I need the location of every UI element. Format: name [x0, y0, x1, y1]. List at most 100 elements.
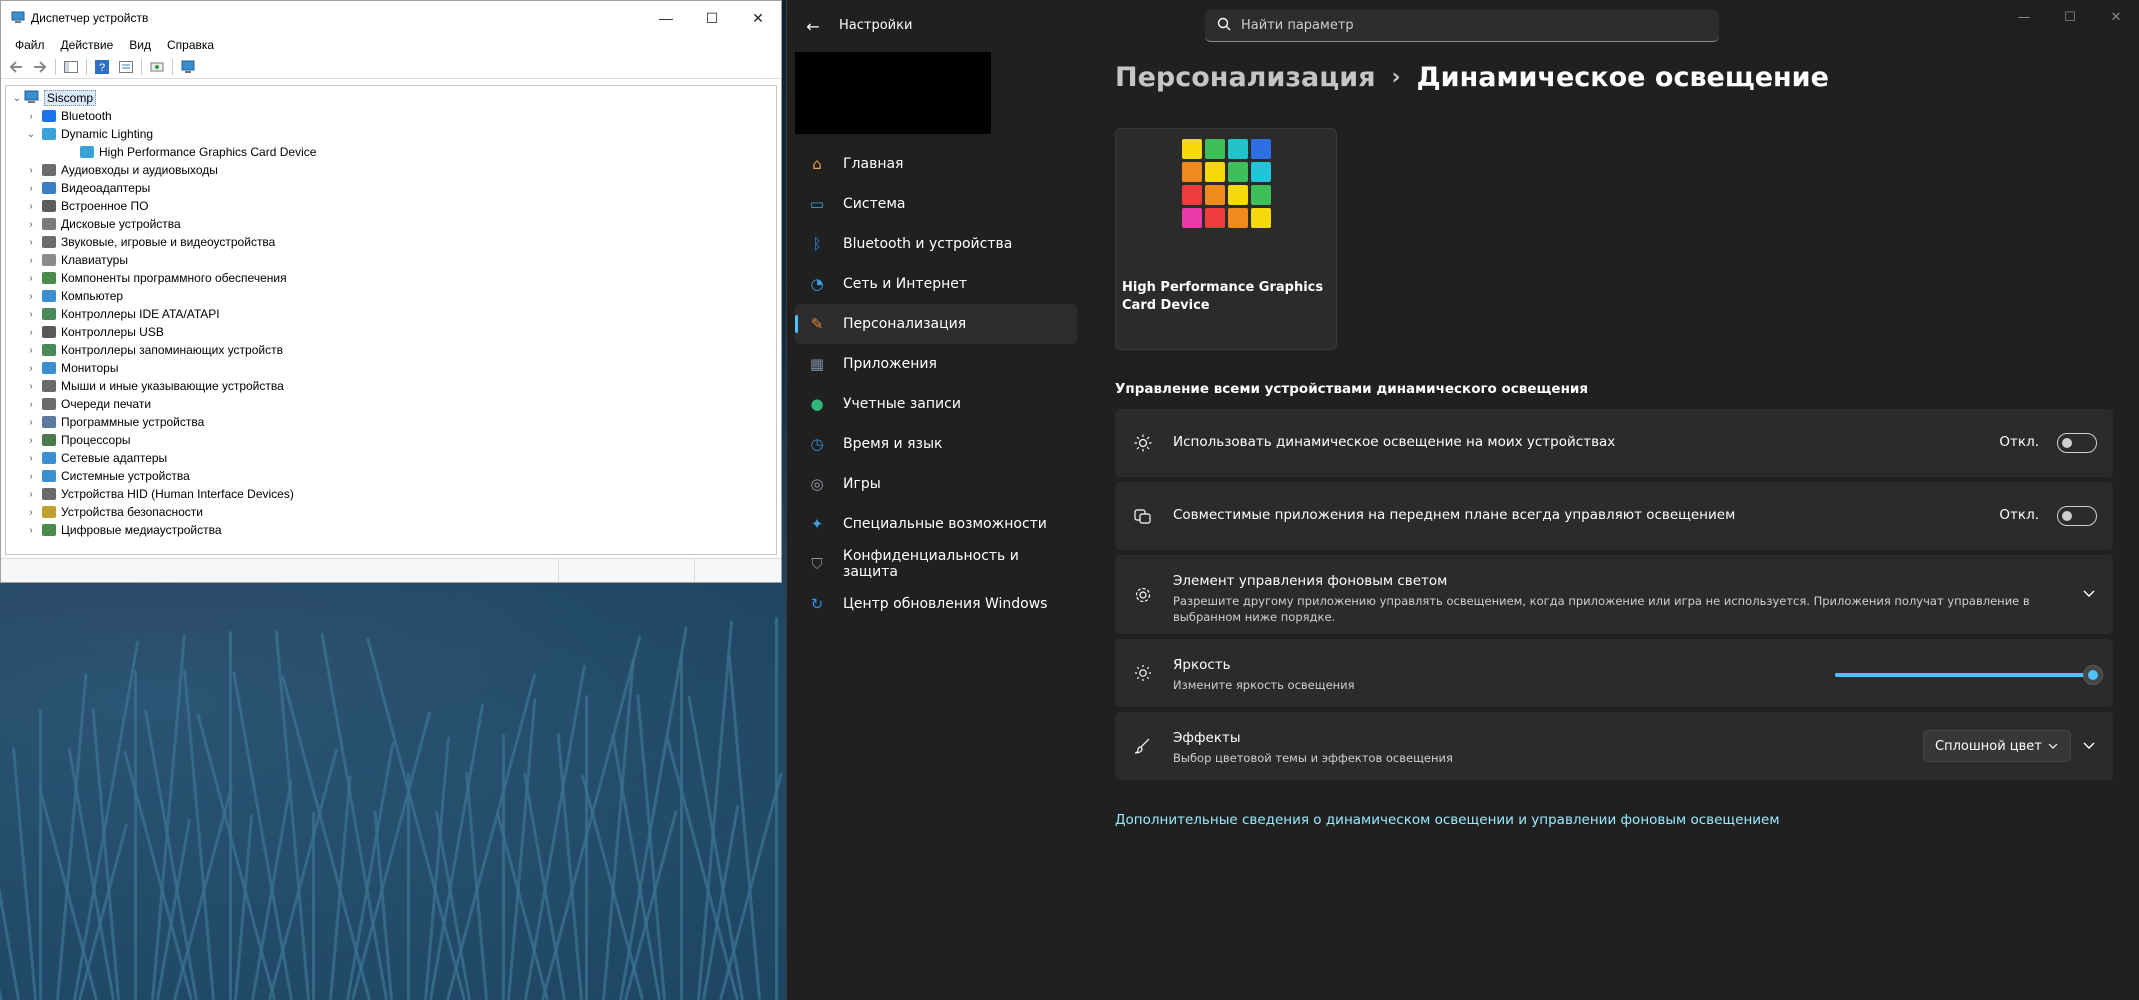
- menu-file[interactable]: Файл: [7, 38, 53, 52]
- tree-item[interactable]: › Процессоры: [24, 431, 130, 449]
- maximize-button[interactable]: ☐: [2047, 0, 2093, 34]
- use-dynamic-lighting-toggle[interactable]: [2057, 433, 2097, 453]
- back-arrow-icon[interactable]: [7, 58, 25, 76]
- maximize-button[interactable]: ☐: [689, 1, 735, 35]
- monitor-icon[interactable]: [179, 58, 197, 76]
- tree-item[interactable]: › Bluetooth: [24, 107, 111, 125]
- nav-item[interactable]: ▭ Система: [795, 184, 1077, 224]
- expand-chevron-icon[interactable]: ›: [24, 237, 38, 248]
- compatible-apps-card[interactable]: Совместимые приложения на переднем плане…: [1115, 482, 2113, 550]
- tree-item[interactable]: › Видеоадаптеры: [24, 179, 150, 197]
- search-box[interactable]: [1205, 10, 1719, 42]
- expand-chevron-icon[interactable]: ›: [24, 435, 38, 446]
- tree-item[interactable]: › Звуковые, игровые и видеоустройства: [24, 233, 275, 251]
- expand-chevron-icon[interactable]: ›: [24, 471, 38, 482]
- tree-item[interactable]: › Системные устройства: [24, 467, 189, 485]
- tree-item[interactable]: › Мыши и иные указывающие устройства: [24, 377, 283, 395]
- nav-item[interactable]: ▦ Приложения: [795, 344, 1077, 384]
- menu-action[interactable]: Действие: [53, 38, 122, 52]
- nav-item[interactable]: ◔ Сеть и Интернет: [795, 264, 1077, 304]
- expand-chevron-icon[interactable]: ›: [24, 381, 38, 392]
- scan-hardware-icon[interactable]: [148, 58, 166, 76]
- properties-icon[interactable]: [117, 58, 135, 76]
- device-manager-titlebar[interactable]: Диспетчер устройств — ☐ ✕: [1, 1, 781, 35]
- expand-chevron-icon[interactable]: ›: [24, 453, 38, 464]
- expand-chevron-icon[interactable]: ›: [24, 489, 38, 500]
- menu-view[interactable]: Вид: [121, 38, 159, 52]
- tree-item[interactable]: › Устройства HID (Human Interface Devices…: [24, 485, 294, 503]
- tree-item[interactable]: High Performance Graphics Card Device: [62, 143, 316, 161]
- nav-item[interactable]: ◷ Время и язык: [795, 424, 1077, 464]
- tree-item[interactable]: › Контроллеры запоминающих устройств: [24, 341, 283, 359]
- tree-item[interactable]: › Очереди печати: [24, 395, 151, 413]
- tree-item[interactable]: › Контроллеры USB: [24, 323, 164, 341]
- close-button[interactable]: ✕: [2093, 0, 2139, 34]
- forward-arrow-icon[interactable]: [31, 58, 49, 76]
- nav-item[interactable]: ◎ Игры: [795, 464, 1077, 504]
- expand-chevron-icon[interactable]: ›: [24, 273, 38, 284]
- tree-item[interactable]: › Контроллеры IDE ATA/ATAPI: [24, 305, 219, 323]
- settings-titlebar[interactable]: ← Настройки — ☐ ✕: [787, 0, 2139, 52]
- chevron-down-icon[interactable]: [2081, 586, 2097, 602]
- minimize-button[interactable]: —: [643, 1, 689, 35]
- tree-item[interactable]: › Клавиатуры: [24, 251, 128, 269]
- tree-item[interactable]: › Программные устройства: [24, 413, 204, 431]
- expand-chevron-icon[interactable]: ›: [24, 327, 38, 338]
- expand-chevron-icon[interactable]: ›: [24, 507, 38, 518]
- expand-chevron-icon[interactable]: ›: [24, 399, 38, 410]
- account-avatar[interactable]: [795, 52, 991, 134]
- expand-chevron-icon[interactable]: ›: [24, 111, 38, 122]
- collapse-chevron-icon[interactable]: ⌄: [10, 93, 24, 104]
- close-button[interactable]: ✕: [735, 1, 781, 35]
- nav-item[interactable]: ⌂ Главная: [795, 144, 1077, 184]
- expand-chevron-icon[interactable]: ›: [24, 165, 38, 176]
- nav-item[interactable]: ● Учетные записи: [795, 384, 1077, 424]
- minimize-button[interactable]: —: [2001, 0, 2047, 34]
- device-category-icon: [42, 164, 56, 176]
- collapse-chevron-icon[interactable]: ⌄: [24, 129, 38, 140]
- nav-item[interactable]: ⛉ Конфиденциальность и защита: [795, 544, 1077, 584]
- expand-chevron-icon[interactable]: ›: [24, 345, 38, 356]
- more-info-link[interactable]: Дополнительные сведения о динамическом о…: [1115, 812, 1780, 828]
- expand-chevron-icon[interactable]: ›: [24, 219, 38, 230]
- tree-root[interactable]: ⌄ Siscomp: [10, 89, 97, 107]
- tree-item[interactable]: › Компоненты программного обеспечения: [24, 269, 286, 287]
- expand-chevron-icon[interactable]: ›: [24, 525, 38, 536]
- tree-item[interactable]: › Цифровые медиаустройства: [24, 521, 221, 539]
- nav-item[interactable]: ✦ Специальные возможности: [795, 504, 1077, 544]
- effects-dropdown[interactable]: Сплошной цвет: [1923, 730, 2071, 762]
- breadcrumb-parent[interactable]: Персонализация: [1115, 62, 1376, 93]
- help-icon[interactable]: ?: [93, 58, 111, 76]
- use-dynamic-lighting-card[interactable]: Использовать динамическое освещение на м…: [1115, 409, 2113, 477]
- tree-item[interactable]: › Устройства безопасности: [24, 503, 203, 521]
- menu-help[interactable]: Справка: [159, 38, 222, 52]
- search-input[interactable]: [1241, 18, 1681, 33]
- effects-card[interactable]: Эффекты Выбор цветовой темы и эффектов о…: [1115, 712, 2113, 780]
- nav-item[interactable]: ↻ Центр обновления Windows: [795, 584, 1077, 624]
- chevron-down-icon[interactable]: [2081, 738, 2097, 754]
- expand-chevron-icon[interactable]: ›: [24, 309, 38, 320]
- nav-item[interactable]: ✎ Персонализация: [795, 304, 1077, 344]
- tree-item[interactable]: › Мониторы: [24, 359, 118, 377]
- brightness-slider[interactable]: [1835, 665, 2103, 685]
- tree-item[interactable]: ⌄ Dynamic Lighting: [24, 125, 153, 143]
- lighting-device-card[interactable]: High Performance Graphics Card Device: [1115, 128, 1337, 350]
- compatible-apps-toggle[interactable]: [2057, 506, 2097, 526]
- tree-item[interactable]: › Встроенное ПО: [24, 197, 148, 215]
- background-light-control-card[interactable]: Элемент управления фоновым светом Разреш…: [1115, 555, 2113, 634]
- tree-item[interactable]: › Дисковые устройства: [24, 215, 180, 233]
- expand-chevron-icon[interactable]: ›: [24, 183, 38, 194]
- expand-chevron-icon[interactable]: ›: [24, 255, 38, 266]
- show-hide-console-tree-icon[interactable]: [62, 58, 80, 76]
- expand-chevron-icon[interactable]: ›: [24, 201, 38, 212]
- tree-item[interactable]: › Сетевые адаптеры: [24, 449, 167, 467]
- expand-chevron-icon[interactable]: ›: [24, 417, 38, 428]
- nav-item[interactable]: ᛒ Bluetooth и устройства: [795, 224, 1077, 264]
- expand-chevron-icon[interactable]: ›: [24, 363, 38, 374]
- device-tree[interactable]: ⌄ Siscomp › Bluetooth ⌄ Dynamic Lighting Hig…: [5, 85, 777, 555]
- tree-item[interactable]: › Аудиовходы и аудиовыходы: [24, 161, 218, 179]
- tree-item[interactable]: › Компьютер: [24, 287, 123, 305]
- expand-chevron-icon[interactable]: ›: [24, 291, 38, 302]
- back-arrow-icon[interactable]: ←: [801, 14, 825, 38]
- brightness-slider-thumb[interactable]: [2083, 665, 2103, 685]
